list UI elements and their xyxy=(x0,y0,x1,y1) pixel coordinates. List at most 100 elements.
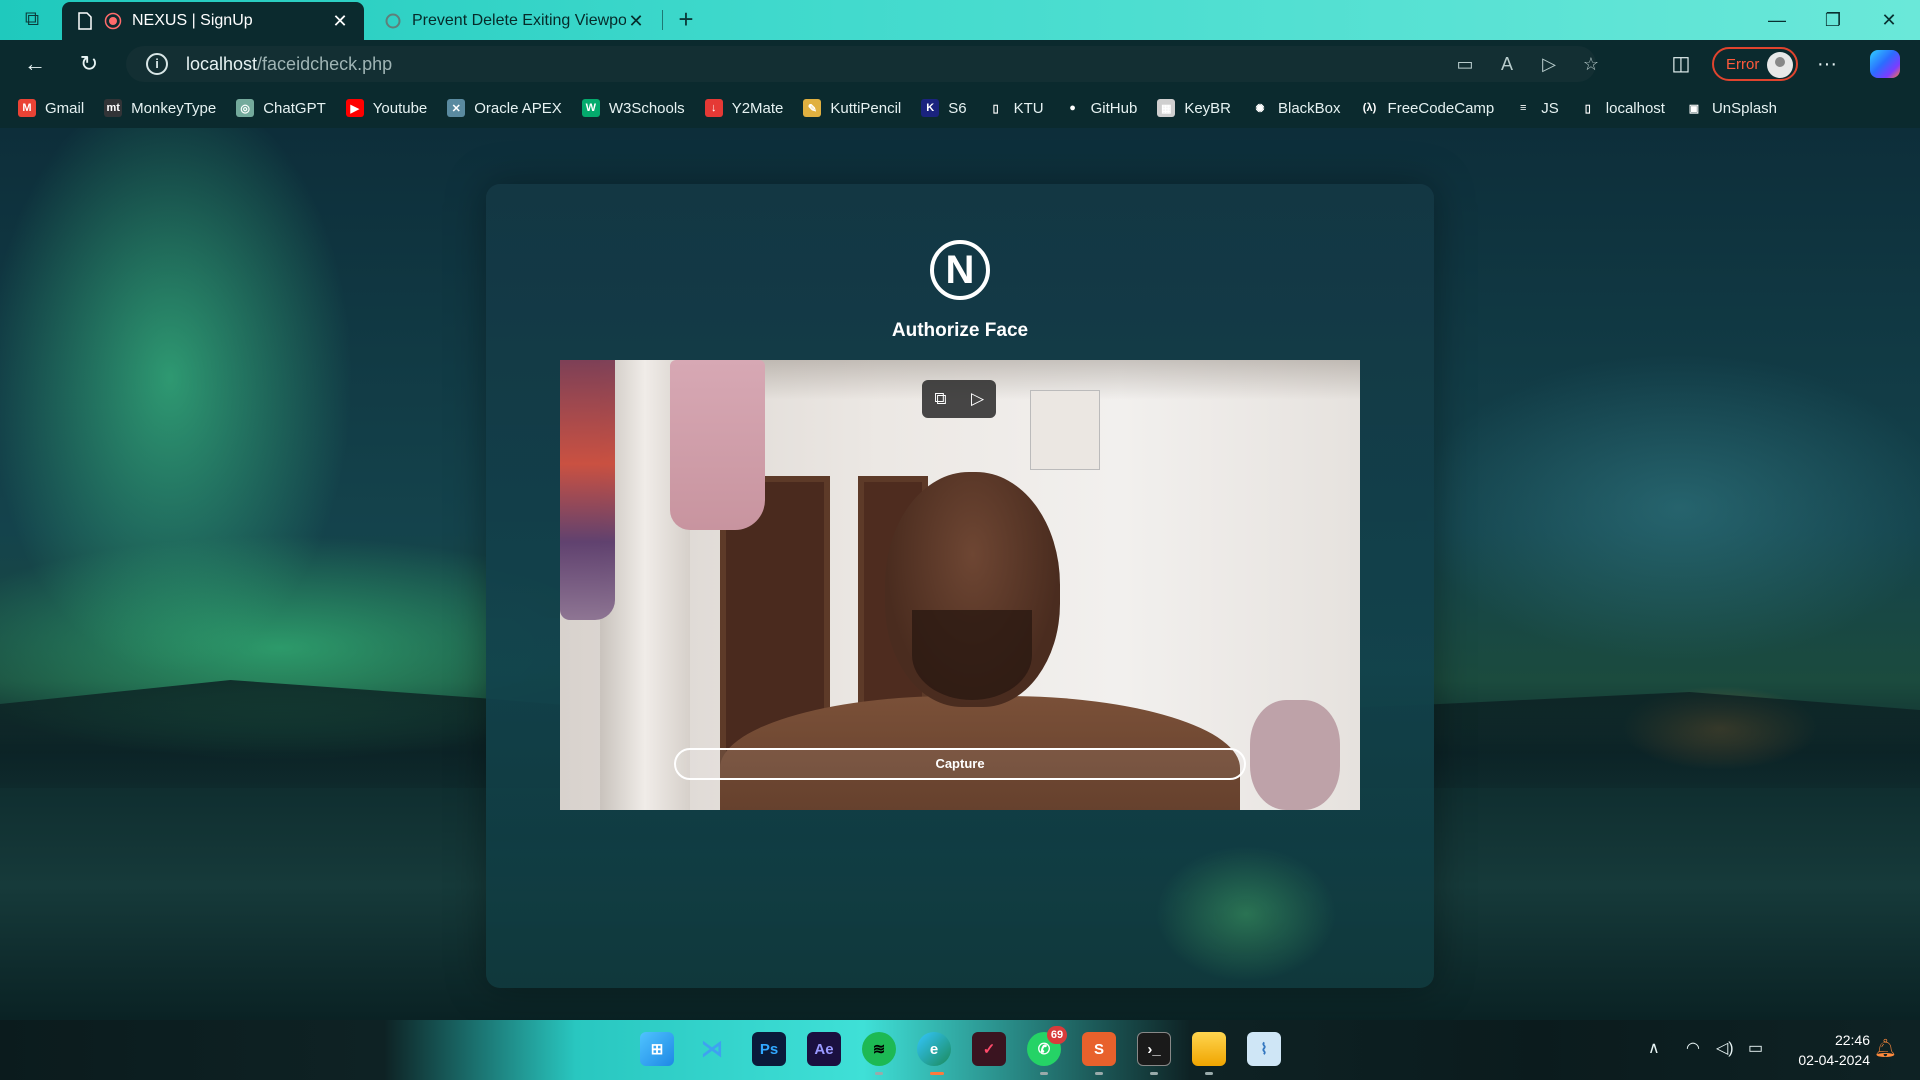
recording-icon xyxy=(104,12,122,30)
bookmark-monkeytype[interactable]: mt MonkeyType xyxy=(104,99,216,117)
copilot-icon[interactable] xyxy=(1870,50,1900,78)
after-effects-icon[interactable]: Ae xyxy=(807,1032,841,1066)
address-url[interactable]: localhost/faceidcheck.php xyxy=(186,54,392,75)
close-window-button[interactable]: ✕ xyxy=(1862,0,1916,40)
page-background: N Authorize Face ⧉ ▷ Capture xyxy=(0,128,1920,1020)
bookmark-github[interactable]: ● GitHub xyxy=(1063,99,1138,117)
restore-button[interactable]: ❐ xyxy=(1806,0,1860,40)
taskbar: ⊞ ⋊ Ps Ae ≋ e ✓ ✆ 69 S ›_ ⌇ ∧ ◠ ◁) ▭ 22:… xyxy=(0,1020,1920,1080)
refresh-button[interactable]: ↻ xyxy=(72,48,106,80)
tab-title: NEXUS | SignUp xyxy=(132,12,253,29)
bookmark-gmail[interactable]: M Gmail xyxy=(18,99,84,117)
github-icon: ● xyxy=(1063,99,1082,117)
spotify-icon[interactable]: ≋ xyxy=(862,1032,896,1066)
bookmark-kuttipencil[interactable]: ✎ KuttiPencil xyxy=(803,99,901,117)
tab-nexus-signup[interactable]: NEXUS | SignUp ✕ xyxy=(62,2,364,40)
volume-icon[interactable]: ◁) xyxy=(1716,1038,1734,1058)
profile-button[interactable]: Error xyxy=(1712,47,1798,81)
vivaldi-icon[interactable]: ✓ xyxy=(972,1032,1006,1066)
tab-prevent-delete[interactable]: Prevent Delete Exiting Viewport ✕ xyxy=(370,2,660,40)
bookmark-chatgpt[interactable]: ◎ ChatGPT xyxy=(236,99,326,117)
edge-icon[interactable]: e xyxy=(917,1032,951,1066)
read-aloud-icon[interactable]: A xyxy=(1494,52,1520,76)
youtube-icon: ▶ xyxy=(345,99,364,117)
running-indicator xyxy=(1040,1072,1048,1075)
bookmark-blackbox[interactable]: ✺ BlackBox xyxy=(1251,99,1341,117)
split-screen-icon[interactable]: ◫ xyxy=(1666,48,1696,80)
bookmark-label: W3Schools xyxy=(608,99,685,117)
page-icon: ▯ xyxy=(1578,99,1597,117)
whatsapp-icon[interactable]: ✆ 69 xyxy=(1027,1026,1067,1066)
running-indicator xyxy=(875,1072,883,1075)
system-clock[interactable]: 22:46 02-04-2024 xyxy=(1780,1030,1870,1070)
title-bar: ⧉ NEXUS | SignUp ✕ Prevent Delete Exitin… xyxy=(0,0,1920,40)
bookmark-w3schools[interactable]: W W3Schools xyxy=(581,99,685,117)
bookmarks-bar: M Gmail mt MonkeyType ◎ ChatGPT ▶ Youtube ✕ Oracl… xyxy=(0,88,1920,128)
wifi-icon[interactable]: ◠ xyxy=(1686,1038,1700,1058)
profile-status: Error xyxy=(1726,55,1760,73)
bookmark-localhost[interactable]: ▯ localhost xyxy=(1578,99,1665,117)
camera-person-hand xyxy=(1250,700,1340,810)
face-auth-card: N Authorize Face ⧉ ▷ Capture xyxy=(486,184,1434,988)
bookmark-y2mate[interactable]: ↓ Y2Mate xyxy=(704,99,784,117)
bookmark-js[interactable]: ≡ JS xyxy=(1514,99,1559,117)
back-button[interactable]: ← xyxy=(18,48,52,80)
notification-badge: 69 xyxy=(1047,1026,1067,1044)
photoshop-icon[interactable]: Ps xyxy=(752,1032,786,1066)
more-options-icon[interactable]: ··· xyxy=(1812,48,1842,80)
keybr-icon: ▦ xyxy=(1157,99,1176,117)
bookmark-label: UnSplash xyxy=(1711,99,1778,117)
capture-button[interactable]: Capture xyxy=(674,748,1246,780)
bookmark-youtube[interactable]: ▶ Youtube xyxy=(345,99,427,117)
bookmark-label: MonkeyType xyxy=(131,99,217,117)
camera-person-beard xyxy=(912,610,1032,700)
picture-in-picture-icon[interactable]: ⧉ xyxy=(928,387,954,411)
oracle-apex-icon: ✕ xyxy=(447,99,466,117)
minimize-button[interactable]: — xyxy=(1750,0,1804,40)
new-tab-button[interactable]: + xyxy=(672,4,700,34)
terminal-icon[interactable]: ›_ xyxy=(1137,1032,1171,1066)
tab-separator xyxy=(662,10,663,30)
bookmark-unsplash[interactable]: ▣ UnSplash xyxy=(1684,99,1778,117)
bookmark-label: GitHub xyxy=(1090,99,1138,117)
bookmark-label: S6 xyxy=(948,99,967,117)
js-icon: ≡ xyxy=(1514,99,1533,117)
bookmark-oracle-apex[interactable]: ✕ Oracle APEX xyxy=(447,99,562,117)
show-hidden-icons-icon[interactable]: ∧ xyxy=(1648,1038,1660,1058)
file-explorer-icon[interactable] xyxy=(1192,1032,1226,1066)
unsplash-icon: ▣ xyxy=(1684,99,1703,117)
camera-hanging-clothes xyxy=(560,360,615,620)
windows-start-icon[interactable]: ⊞ xyxy=(640,1032,674,1066)
bookmark-freecodecamp[interactable]: (λ) FreeCodeCamp xyxy=(1360,99,1495,117)
bookmark-label: KTU xyxy=(1013,99,1044,117)
sublime-icon[interactable]: S xyxy=(1082,1032,1116,1066)
bookmark-label: KuttiPencil xyxy=(830,99,902,117)
bookmark-ktu[interactable]: ▯ KTU xyxy=(986,99,1044,117)
page-icon xyxy=(76,12,94,30)
favorite-star-icon[interactable]: ☆ xyxy=(1578,52,1604,76)
bookmark-label: FreeCodeCamp xyxy=(1387,99,1495,117)
clock-time: 22:46 xyxy=(1834,1032,1870,1048)
camera-in-use-icon[interactable]: ▭ xyxy=(1452,52,1478,76)
close-tab-icon[interactable]: ✕ xyxy=(330,11,350,32)
task-manager-icon[interactable]: ⌇ xyxy=(1247,1032,1281,1066)
address-bar[interactable]: i localhost/faceidcheck.php ▭ A ▷ ☆ xyxy=(126,46,1599,82)
site-info-icon[interactable]: i xyxy=(146,53,168,75)
nexus-logo: N xyxy=(930,240,990,300)
vscode-icon[interactable]: ⋊ xyxy=(695,1032,729,1066)
url-path: /faceidcheck.php xyxy=(257,53,393,74)
bookmark-label: localhost xyxy=(1605,99,1665,117)
y2mate-icon: ↓ xyxy=(704,99,723,117)
bookmark-label: Oracle APEX xyxy=(474,99,562,117)
close-tab-icon[interactable]: ✕ xyxy=(626,11,646,32)
bookmark-s6[interactable]: K S6 xyxy=(921,99,967,117)
notification-bell-icon[interactable]: 🔔︎ xyxy=(1874,1038,1897,1058)
bookmark-keybr[interactable]: ▦ KeyBR xyxy=(1157,99,1231,117)
tab-actions-icon[interactable]: ⧉ xyxy=(18,8,46,32)
video-overlay-toolbar: ⧉ ▷ xyxy=(922,380,996,418)
bookmark-label: Y2Mate xyxy=(731,99,784,117)
video-effects-icon[interactable]: ▷ xyxy=(965,387,991,411)
camera-preview: ⧉ ▷ Capture xyxy=(560,360,1360,810)
battery-icon[interactable]: ▭ xyxy=(1748,1038,1763,1058)
video-enhance-icon[interactable]: ▷ xyxy=(1536,52,1562,76)
